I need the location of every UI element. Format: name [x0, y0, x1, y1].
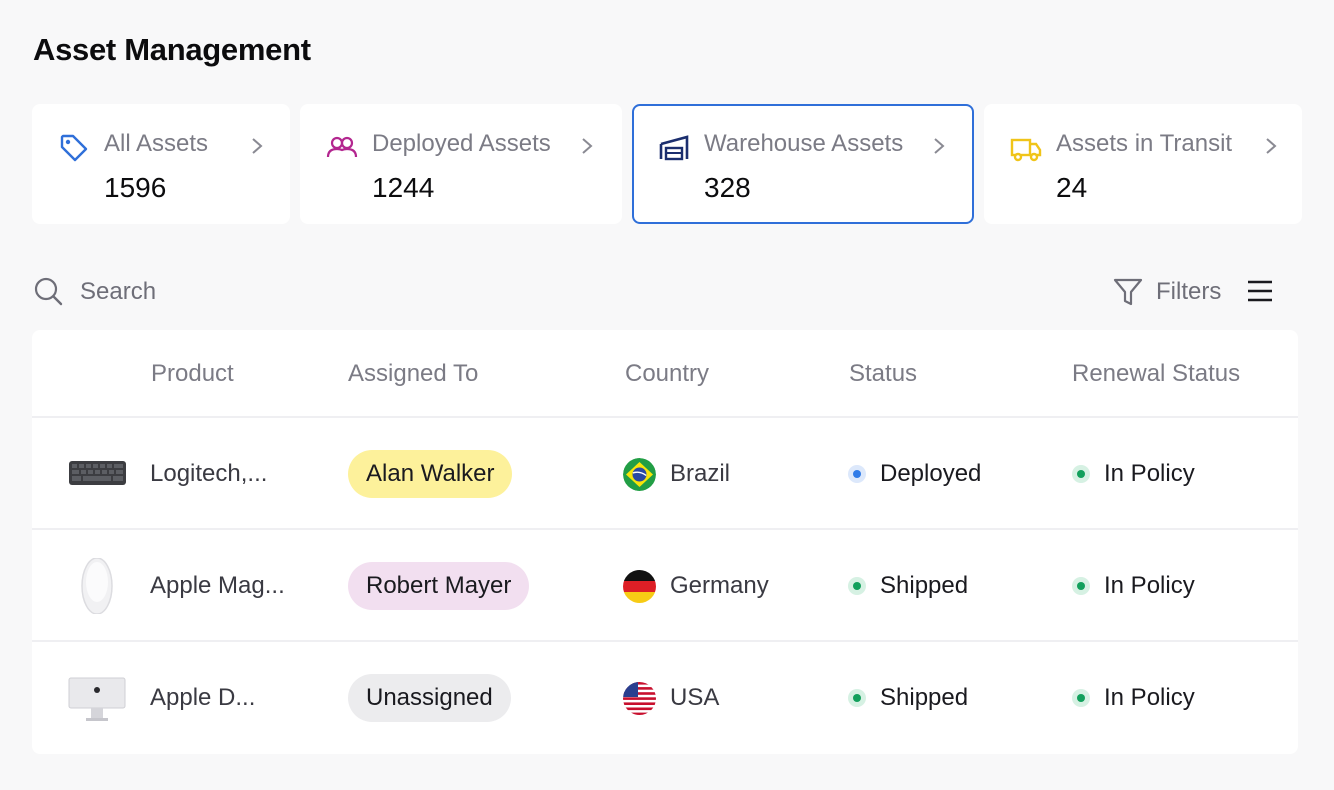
card-value: 328 — [704, 172, 751, 203]
filters-button[interactable]: Filters — [1156, 278, 1221, 306]
product-name[interactable]: Apple Mag... — [150, 572, 285, 600]
column-header-renewal-status[interactable]: Renewal Status — [1072, 360, 1240, 388]
brazil-flag-icon — [623, 458, 656, 491]
chevron-right-icon — [582, 138, 593, 154]
status-dot — [848, 689, 866, 707]
menu-icon[interactable] — [1246, 279, 1274, 303]
search-icon[interactable] — [33, 276, 63, 306]
product-name[interactable]: Apple D... — [150, 684, 255, 712]
country-name: Brazil — [670, 460, 731, 487]
status-text: Deployed — [880, 460, 982, 487]
status-dot — [848, 465, 866, 483]
table-row[interactable]: Logitech,... Alan Walker Brazil Deployed… — [32, 416, 1298, 528]
country-name: Germany — [670, 572, 769, 599]
renewal-status-text: In Policy — [1104, 460, 1195, 487]
card-all-assets[interactable]: All Assets 1596 — [32, 104, 290, 224]
assignee-pill[interactable]: Alan Walker — [348, 450, 513, 498]
tag-icon — [60, 134, 88, 162]
users-icon — [326, 136, 358, 158]
keyboard-image — [69, 461, 126, 485]
card-assets-in-transit[interactable]: Assets in Transit 24 — [984, 104, 1302, 224]
truck-icon — [1010, 138, 1042, 162]
status-text: Shipped — [880, 572, 969, 599]
page-title: Asset Management — [33, 32, 311, 67]
card-label: Assets in Transit — [1056, 130, 1233, 157]
warehouse-icon — [659, 135, 689, 161]
card-label: Warehouse Assets — [704, 130, 904, 157]
renewal-status-dot — [1072, 689, 1090, 707]
column-header-product[interactable]: Product — [151, 360, 234, 388]
filter-icon[interactable] — [1113, 277, 1143, 307]
assignee-pill[interactable]: Robert Mayer — [348, 562, 530, 610]
table-row[interactable]: Apple Mag... Robert Mayer Germany Shippe… — [32, 528, 1298, 640]
assets-table: Product Assigned To Country Status Renew… — [32, 330, 1298, 754]
product-name[interactable]: Logitech,... — [150, 460, 267, 488]
card-value: 24 — [1056, 172, 1088, 203]
assignee-pill[interactable]: Unassigned — [348, 674, 511, 722]
germany-flag-icon — [623, 570, 656, 603]
column-header-assigned-to[interactable]: Assigned To — [348, 360, 478, 388]
column-header-country[interactable]: Country — [625, 360, 709, 388]
table-row[interactable]: Apple D... Unassigned USA Shipped In Pol… — [32, 640, 1298, 752]
renewal-status-text: In Policy — [1104, 572, 1195, 599]
usa-flag-icon — [623, 682, 656, 715]
chevron-right-icon — [1266, 138, 1277, 154]
magic-mouse-image — [81, 558, 113, 614]
card-deployed-assets[interactable]: Deployed Assets 1244 — [300, 104, 622, 224]
column-header-status[interactable]: Status — [849, 360, 917, 388]
status-text: Shipped — [880, 684, 969, 711]
chevron-right-icon — [252, 138, 263, 154]
card-warehouse-assets[interactable]: Warehouse Assets 328 — [632, 104, 974, 224]
card-label: All Assets — [104, 130, 209, 157]
status-dot — [848, 577, 866, 595]
asset-management-page: Asset Management All Assets 1596 Deploye… — [0, 0, 1334, 790]
studio-display-image — [68, 677, 126, 721]
card-value: 1244 — [372, 172, 435, 203]
renewal-status-dot — [1072, 577, 1090, 595]
renewal-status-text: In Policy — [1104, 684, 1195, 711]
card-value: 1596 — [104, 172, 167, 203]
renewal-status-dot — [1072, 465, 1090, 483]
chevron-right-icon — [934, 138, 945, 154]
country-name: USA — [670, 684, 720, 711]
search-input[interactable]: Search — [80, 278, 156, 306]
card-label: Deployed Assets — [372, 130, 551, 157]
